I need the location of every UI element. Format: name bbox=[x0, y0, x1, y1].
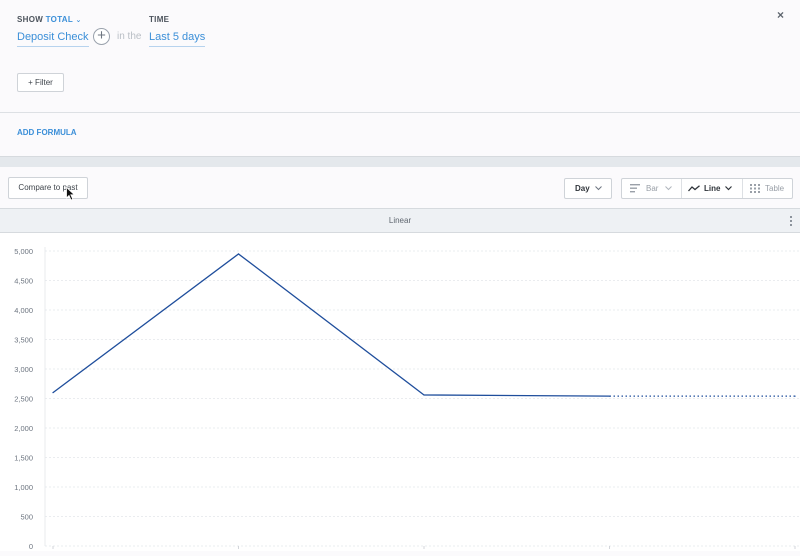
line-chart: 5,000 4,500 4,000 3,500 3,000 2,500 2,000 1,500… bbox=[14, 247, 800, 551]
y-tick-label: 3,000 bbox=[14, 365, 33, 374]
data-point bbox=[608, 395, 611, 397]
table-tab[interactable]: Table bbox=[743, 179, 793, 198]
query-builder: SHOW TOTAL ⌄ Deposit Check + in the TIME… bbox=[0, 0, 800, 156]
plus-icon: + bbox=[97, 27, 106, 44]
y-tick-label: 500 bbox=[20, 513, 33, 522]
show-label: SHOW TOTAL ⌄ bbox=[17, 15, 82, 24]
event-selector[interactable]: Deposit Check bbox=[17, 31, 89, 47]
y-tick-label: 5,000 bbox=[14, 247, 33, 256]
add-event-button[interactable]: + bbox=[93, 28, 110, 45]
chevron-down-icon bbox=[725, 186, 732, 191]
y-tick-label: 1,500 bbox=[14, 454, 33, 463]
table-label: Table bbox=[765, 184, 785, 193]
data-point bbox=[237, 253, 240, 255]
y-tick-label: 2,500 bbox=[14, 395, 33, 404]
y-tick-label: 4,000 bbox=[14, 306, 33, 315]
chart-type-switcher: Bar Line Table bbox=[621, 178, 793, 199]
more-options-icon[interactable] bbox=[789, 215, 793, 227]
line-chart-tab[interactable]: Line bbox=[682, 179, 742, 198]
chart-area: 5,000 4,500 4,000 3,500 3,000 2,500 2,000 1,500… bbox=[0, 233, 800, 551]
time-range-selector[interactable]: Last 5 days bbox=[149, 31, 206, 47]
add-formula-link[interactable]: ADD FORMULA bbox=[17, 128, 77, 137]
line-label: Line bbox=[704, 184, 721, 193]
time-label: TIME bbox=[149, 15, 170, 24]
chart-header: Linear bbox=[0, 208, 800, 233]
line-chart-icon bbox=[688, 185, 700, 192]
chevron-down-icon: ⌄ bbox=[75, 17, 82, 24]
add-filter-button[interactable]: + Filter bbox=[17, 73, 64, 92]
granularity-dropdown[interactable]: Day bbox=[564, 178, 612, 199]
y-tick-label: 3,500 bbox=[14, 336, 33, 345]
y-tick-label: 2,000 bbox=[14, 424, 33, 433]
chevron-down-icon bbox=[595, 186, 602, 191]
granularity-value: Day bbox=[575, 184, 590, 193]
show-total-dropdown[interactable]: TOTAL ⌄ bbox=[46, 15, 82, 24]
mouse-cursor-icon bbox=[66, 187, 76, 201]
table-icon bbox=[750, 184, 760, 193]
bar-label: Bar bbox=[646, 184, 659, 193]
in-the-text: in the bbox=[117, 31, 142, 42]
y-tick-label: 1,000 bbox=[14, 483, 33, 492]
bar-chart-icon bbox=[630, 184, 640, 193]
close-icon[interactable]: × bbox=[777, 8, 784, 22]
series-line bbox=[52, 253, 610, 397]
bar-chart-tab[interactable]: Bar bbox=[622, 179, 681, 198]
chevron-down-icon bbox=[665, 186, 672, 191]
compare-to-past-button[interactable]: Compare to past bbox=[8, 177, 88, 199]
section-separator bbox=[0, 156, 800, 167]
scale-label[interactable]: Linear bbox=[0, 216, 800, 225]
data-point bbox=[52, 392, 54, 394]
divider bbox=[0, 112, 800, 113]
data-point bbox=[423, 394, 425, 396]
y-tick-label: 0 bbox=[29, 542, 33, 551]
y-tick-label: 4,500 bbox=[14, 277, 33, 286]
data-point bbox=[794, 395, 796, 397]
